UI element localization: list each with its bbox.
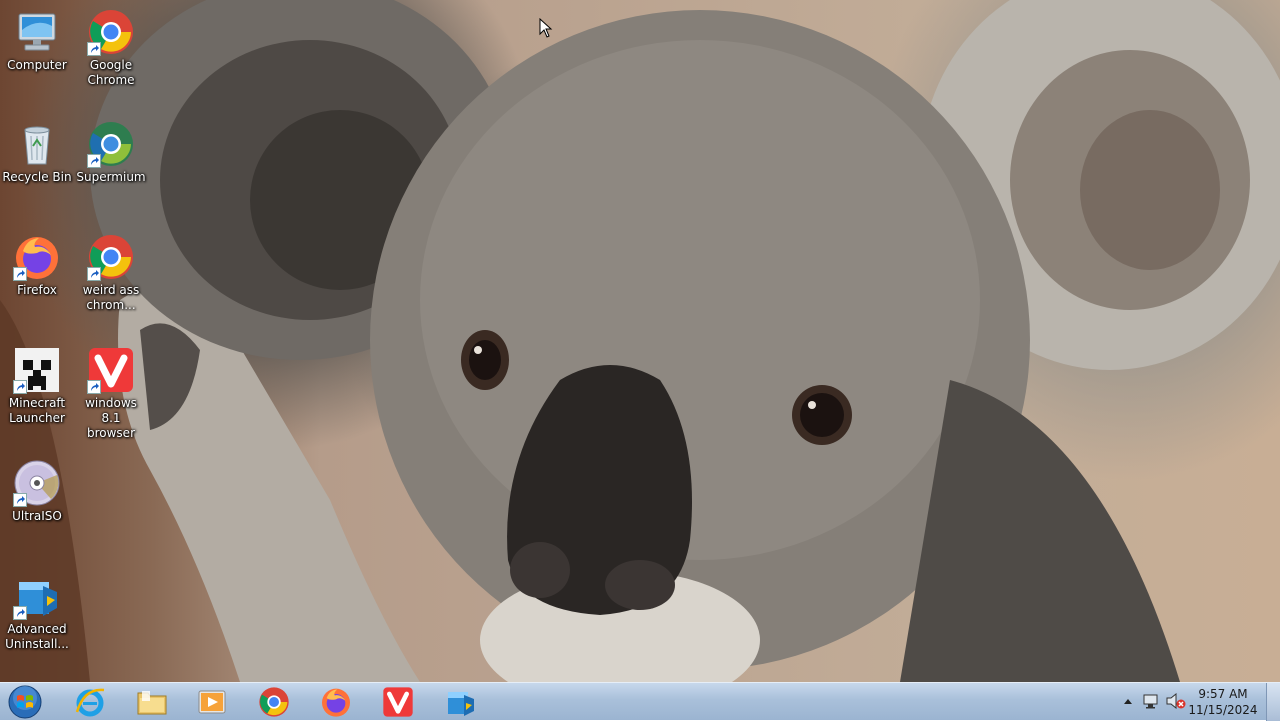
taskbar-vivaldi[interactable] bbox=[370, 683, 426, 721]
media-player-icon bbox=[198, 690, 226, 714]
clock-date: 11/15/2024 bbox=[1188, 703, 1258, 717]
taskbar-file-explorer[interactable] bbox=[124, 683, 180, 721]
mouse-cursor-icon bbox=[539, 17, 553, 42]
clock-time: 9:57 AM bbox=[1198, 687, 1248, 701]
desktop-icon-weird-chrome[interactable]: weird ass chrom... bbox=[74, 233, 148, 313]
shortcut-arrow-icon bbox=[87, 267, 101, 281]
taskbar-clock[interactable]: 9:57 AM 11/15/2024 bbox=[1188, 686, 1258, 718]
firefox-icon bbox=[322, 688, 350, 717]
desktop-icon-recycle-bin[interactable]: Recycle Bin bbox=[0, 120, 74, 185]
desktop-wallpaper bbox=[0, 0, 1280, 682]
disc-icon bbox=[13, 459, 61, 507]
shortcut-arrow-icon bbox=[13, 493, 27, 507]
desktop-icon-label: Google Chrome bbox=[87, 58, 135, 87]
taskbar-control-panel[interactable] bbox=[432, 683, 488, 721]
volume-muted-icon[interactable] bbox=[1166, 693, 1186, 709]
taskbar-internet-explorer[interactable] bbox=[62, 683, 118, 721]
shortcut-arrow-icon bbox=[87, 380, 101, 394]
desktop-icon-advanced-uninstaller[interactable]: Advanced Uninstall... bbox=[0, 572, 74, 652]
minecraft-icon bbox=[13, 346, 61, 394]
shortcut-arrow-icon bbox=[87, 42, 101, 56]
shortcut-arrow-icon bbox=[13, 267, 27, 281]
desktop-icon-label: Firefox bbox=[17, 283, 57, 297]
supermium-icon bbox=[87, 120, 135, 168]
show-desktop-button[interactable] bbox=[1266, 683, 1280, 721]
system-tray: 9:57 AM 11/15/2024 bbox=[1110, 683, 1280, 721]
koala-wallpaper-image bbox=[0, 0, 1280, 682]
control-panel-icon bbox=[448, 692, 474, 716]
uninstaller-icon bbox=[13, 572, 61, 620]
vivaldi-icon bbox=[383, 687, 413, 717]
chrome-icon bbox=[259, 687, 289, 717]
taskbar-firefox[interactable] bbox=[308, 683, 364, 721]
file-explorer-icon bbox=[137, 691, 167, 715]
desktop-icon-computer[interactable]: Computer bbox=[0, 8, 74, 73]
desktop-icon-label: Supermium bbox=[76, 170, 146, 184]
desktop-icon-label: weird ass chrom... bbox=[82, 283, 140, 312]
shortcut-arrow-icon bbox=[87, 154, 101, 168]
recycle-bin-icon bbox=[13, 120, 61, 168]
show-hidden-icons-chevron-icon[interactable] bbox=[1124, 698, 1132, 704]
desktop-icon-minecraft-launcher[interactable]: Minecraft Launcher bbox=[0, 346, 74, 426]
desktop-icon-label: Computer bbox=[7, 58, 67, 72]
start-button[interactable] bbox=[6, 684, 44, 720]
action-center-flag-icon[interactable] bbox=[1142, 693, 1160, 709]
internet-explorer-icon bbox=[75, 688, 105, 717]
firefox-icon bbox=[13, 233, 61, 281]
chrome-icon bbox=[87, 233, 135, 281]
desktop-icon-label: windows 8.1 browser bbox=[85, 396, 137, 440]
desktop-icon-firefox[interactable]: Firefox bbox=[0, 233, 74, 298]
desktop-icon-label: Minecraft Launcher bbox=[8, 396, 66, 425]
shortcut-arrow-icon bbox=[13, 606, 27, 620]
desktop-icon-label: Advanced Uninstall... bbox=[5, 622, 69, 651]
computer-icon bbox=[13, 8, 61, 56]
taskbar: 9:57 AM 11/15/2024 bbox=[0, 682, 1280, 721]
taskbar-media-player[interactable] bbox=[184, 683, 240, 721]
shortcut-arrow-icon bbox=[13, 380, 27, 394]
vivaldi-icon bbox=[87, 346, 135, 394]
desktop-icon-ultraiso[interactable]: UltraISO bbox=[0, 459, 74, 524]
desktop-icon-label: Recycle Bin bbox=[2, 170, 72, 184]
taskbar-chrome[interactable] bbox=[246, 683, 302, 721]
windows-orb-icon bbox=[8, 685, 42, 719]
chrome-icon bbox=[87, 8, 135, 56]
desktop-icon-supermium[interactable]: Supermium bbox=[74, 120, 148, 185]
desktop-icon-google-chrome[interactable]: Google Chrome bbox=[74, 8, 148, 88]
desktop-icon-label: UltraISO bbox=[12, 509, 62, 523]
desktop-icon-windows-81-browser[interactable]: windows 8.1 browser bbox=[74, 346, 148, 441]
